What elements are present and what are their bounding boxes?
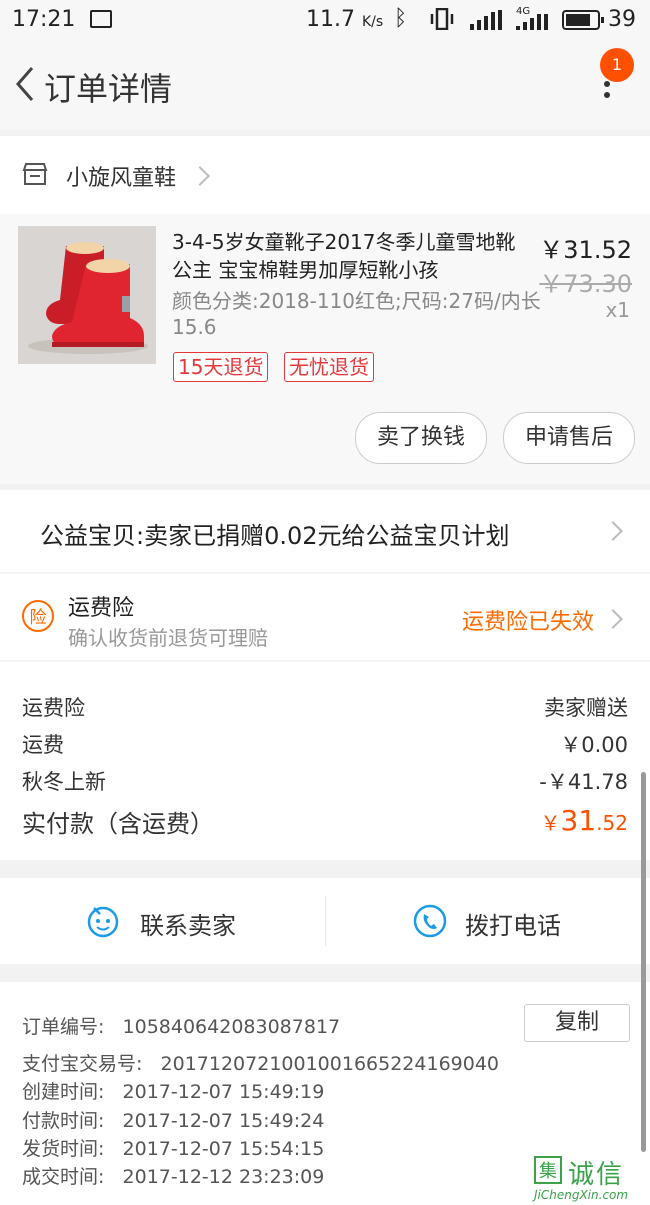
image-notification-icon: [90, 10, 112, 28]
store-icon: [22, 163, 48, 185]
product-card: 3-4-5岁女童靴子2017冬季儿童雪地靴公主 宝宝棉鞋男加厚短靴小孩 颜色分类…: [0, 214, 650, 484]
contact-bar: 联系卖家 拨打电话: [0, 878, 650, 964]
product-quantity: x1: [605, 298, 630, 322]
fee-label: 运费: [22, 733, 64, 757]
contact-seller-button[interactable]: 联系卖家: [0, 878, 325, 964]
insurance-subtitle: 确认收货前退货可理赔: [68, 626, 268, 650]
navigation-bar: 订单详情 1: [0, 40, 650, 130]
alipay-trade-line: 支付宝交易号: 2017120721001001665224169040: [22, 1053, 500, 1075]
signal-4g-icon: [516, 14, 548, 30]
signal-icon: [470, 10, 502, 30]
charity-text: 公益宝贝:卖家已捐赠0.02元给公益宝贝计划: [40, 522, 510, 550]
fee-row-discount: 秋冬上新 -￥41.78: [22, 766, 628, 796]
call-phone-label: 拨打电话: [465, 912, 561, 940]
shop-name: 小旋风童鞋: [66, 166, 177, 191]
chevron-right-icon: [603, 609, 623, 629]
scrollbar[interactable]: [641, 772, 646, 1152]
contact-seller-label: 联系卖家: [140, 912, 236, 940]
fee-value: -￥41.78: [539, 770, 628, 794]
product-price: ￥31.52: [539, 236, 632, 264]
chat-icon: [87, 906, 119, 938]
page-title: 订单详情: [44, 70, 173, 108]
bluetooth-icon: ᛒ: [394, 6, 408, 31]
network-speed: 11.7 K/s: [306, 7, 384, 32]
status-time: 17:21: [12, 7, 76, 32]
fee-row-shipping: 运费 ￥0.00: [22, 729, 628, 759]
boots-image: [18, 226, 156, 364]
return-tag-worry-free: 无忧退货: [284, 352, 374, 382]
total-amount: ￥31.52: [540, 804, 628, 837]
sell-for-cash-button[interactable]: 卖了换钱: [355, 412, 487, 464]
paid-time-line: 付款时间: 2017-12-07 15:49:24: [22, 1110, 325, 1132]
product-title[interactable]: 3-4-5岁女童靴子2017冬季儿童雪地靴公主 宝宝棉鞋男加厚短靴小孩: [172, 228, 532, 284]
insurance-status: 运费险已失效: [462, 610, 595, 635]
call-phone-button[interactable]: 拨打电话: [325, 878, 650, 964]
order-number: 105840642083087817: [122, 1016, 341, 1038]
product-image[interactable]: [18, 226, 156, 364]
shipping-insurance-row[interactable]: 险 运费险 确认收货前退货可理赔 运费险已失效: [0, 574, 650, 660]
fee-label: 秋冬上新: [22, 770, 106, 794]
fee-value: ￥0.00: [560, 733, 628, 757]
chevron-right-icon: [190, 166, 210, 186]
completed-time-line: 成交时间: 2017-12-12 23:23:09: [22, 1166, 325, 1188]
total-label: 实付款（含运费）: [22, 810, 214, 838]
phone-icon: [413, 904, 447, 938]
vibrate-icon: [430, 8, 454, 30]
product-sku: 颜色分类:2018-110红色;尺码:27码/内长15.6: [172, 289, 541, 339]
chevron-right-icon: [603, 521, 623, 541]
watermark-logo: 集 诚信 JiChengXin.com: [534, 1154, 650, 1204]
shop-row[interactable]: 小旋风童鞋: [0, 136, 650, 214]
return-tag-15-days: 15天退货: [173, 352, 269, 382]
notification-badge: 1: [600, 48, 634, 82]
fee-row-total: 实付款（含运费） ￥31.52: [22, 804, 628, 839]
product-original-price: ￥73.30: [539, 270, 632, 298]
apply-after-sale-button[interactable]: 申请售后: [503, 412, 635, 464]
battery-level: 39: [608, 7, 636, 32]
insurance-icon: 险: [22, 600, 54, 632]
battery-icon: [562, 10, 604, 30]
status-bar: 17:21 11.7 K/s ᛒ 4G 39: [0, 0, 650, 40]
shipped-time-line: 发货时间: 2017-12-07 15:54:15: [22, 1138, 325, 1160]
back-arrow-icon[interactable]: [8, 64, 48, 104]
fee-value: 卖家赠送: [544, 696, 628, 720]
fee-summary: 运费险 卖家赠送 运费 ￥0.00 秋冬上新 -￥41.78 实付款（含运费） …: [0, 662, 650, 860]
fee-label: 运费险: [22, 696, 85, 720]
copy-button[interactable]: 复制: [524, 1004, 630, 1042]
insurance-title: 运费险: [68, 596, 135, 621]
created-time-line: 创建时间: 2017-12-07 15:49:19: [22, 1081, 325, 1103]
charity-row[interactable]: 公益宝贝:卖家已捐赠0.02元给公益宝贝计划: [0, 490, 650, 572]
fee-row-insurance: 运费险 卖家赠送: [22, 692, 628, 722]
order-number-line: 订单编号: 105840642083087817: [22, 1016, 341, 1038]
